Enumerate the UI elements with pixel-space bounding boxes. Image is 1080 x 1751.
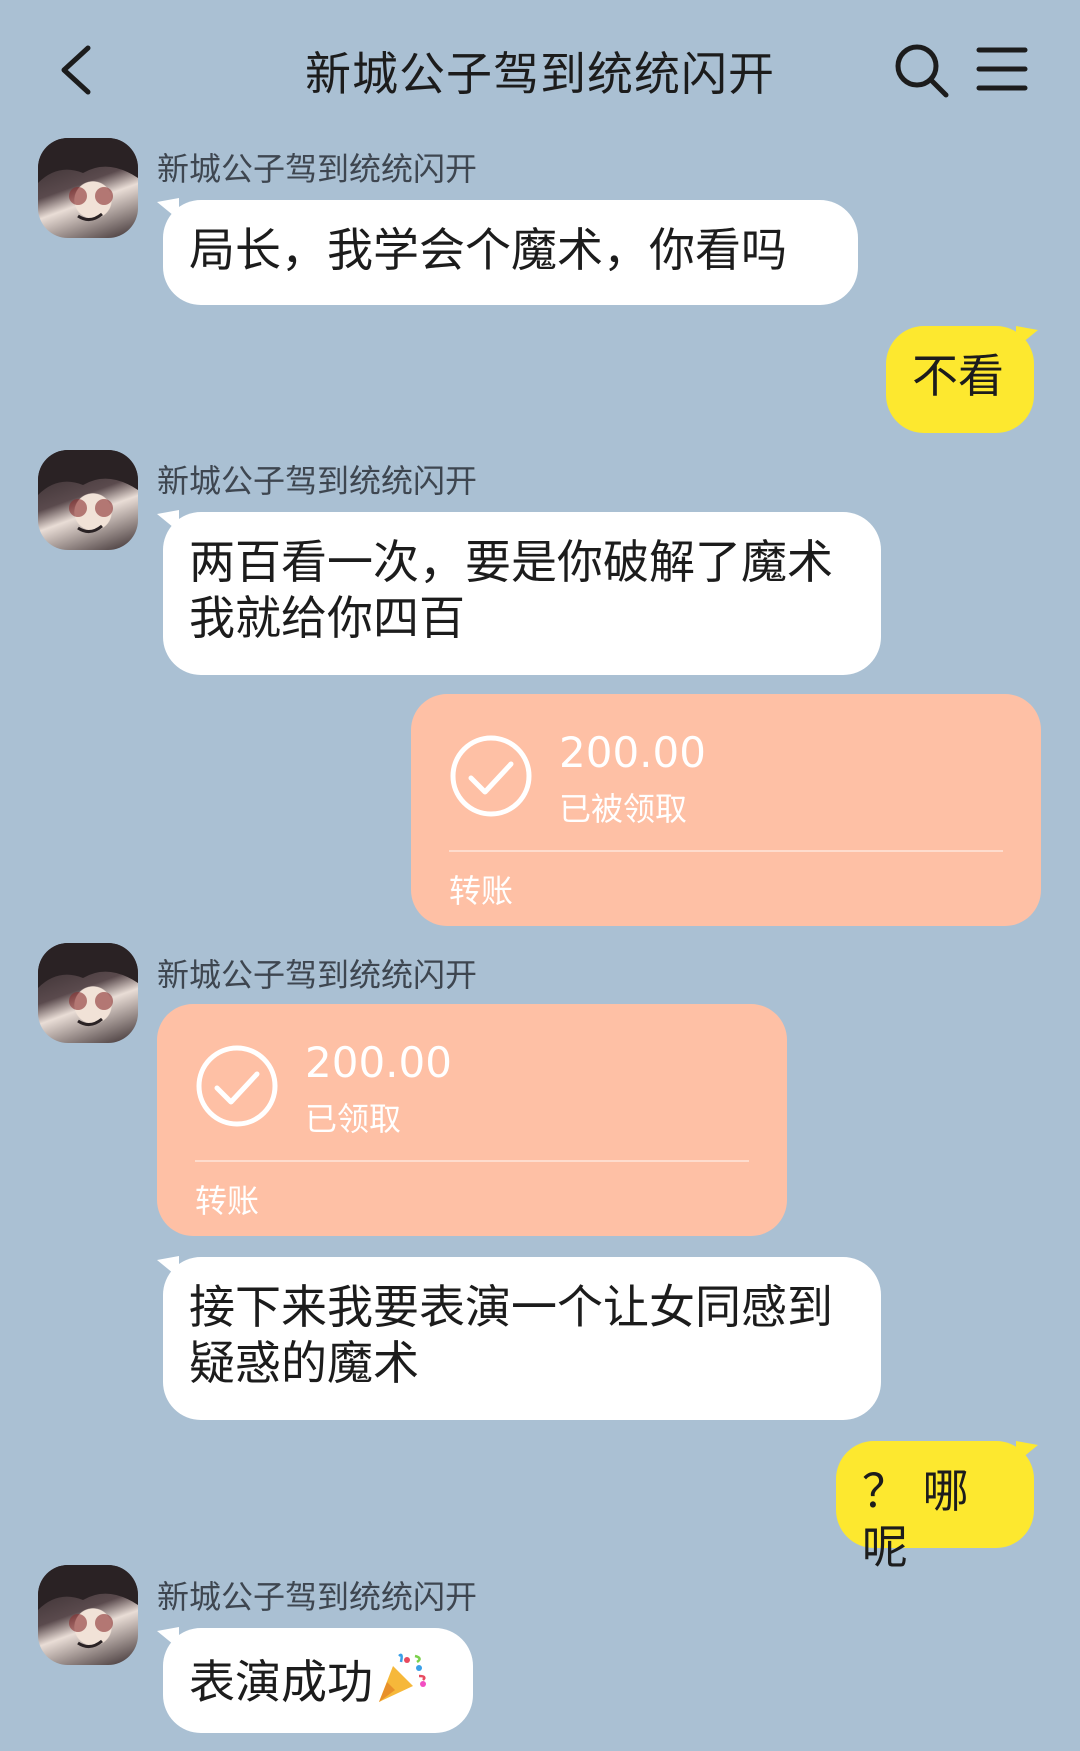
transfer-status: 已领取 [305, 1100, 402, 1138]
transfer-amount: 200.00 [305, 1038, 452, 1087]
avatar[interactable] [38, 943, 138, 1043]
transfer-card[interactable]: 200.00 已领取 转账 [157, 1004, 787, 1236]
sender-name: 新城公子驾到统统闪开 [157, 1578, 478, 1616]
message-bubble[interactable]: 表演成功 [163, 1628, 473, 1733]
transfer-card[interactable]: 200.00 已被领取 转账 [411, 694, 1041, 926]
transfer-type-label: 转账 [449, 872, 514, 910]
divider [449, 850, 1003, 852]
chat-header: 新城公子驾到统统闪开 [0, 0, 1080, 140]
check-circle-icon [196, 1045, 278, 1127]
message-bubble[interactable]: 不看 [886, 326, 1034, 433]
message-bubble[interactable]: 两百看一次，要是你破解了魔术我就给你四百 [163, 512, 881, 675]
party-popper-icon [379, 1653, 426, 1702]
transfer-type-label: 转账 [195, 1182, 260, 1220]
message-text: 表演成功 [189, 1655, 373, 1709]
message-bubble[interactable]: ？ 哪呢 [836, 1441, 1034, 1574]
menu-icon[interactable] [975, 44, 1029, 94]
avatar[interactable] [38, 138, 138, 238]
sender-name: 新城公子驾到统统闪开 [157, 462, 478, 500]
avatar[interactable] [38, 1565, 138, 1665]
transfer-status: 已被领取 [559, 790, 688, 828]
check-circle-icon [450, 735, 532, 817]
sender-name: 新城公子驾到统统闪开 [157, 150, 478, 188]
avatar[interactable] [38, 450, 138, 550]
message-bubble[interactable]: 局长，我学会个魔术，你看吗 [163, 200, 858, 305]
transfer-amount: 200.00 [559, 728, 706, 777]
divider [195, 1160, 749, 1162]
search-icon[interactable] [893, 42, 951, 100]
sender-name: 新城公子驾到统统闪开 [157, 956, 478, 994]
message-bubble[interactable]: 接下来我要表演一个让女同感到疑惑的魔术 [163, 1257, 881, 1420]
